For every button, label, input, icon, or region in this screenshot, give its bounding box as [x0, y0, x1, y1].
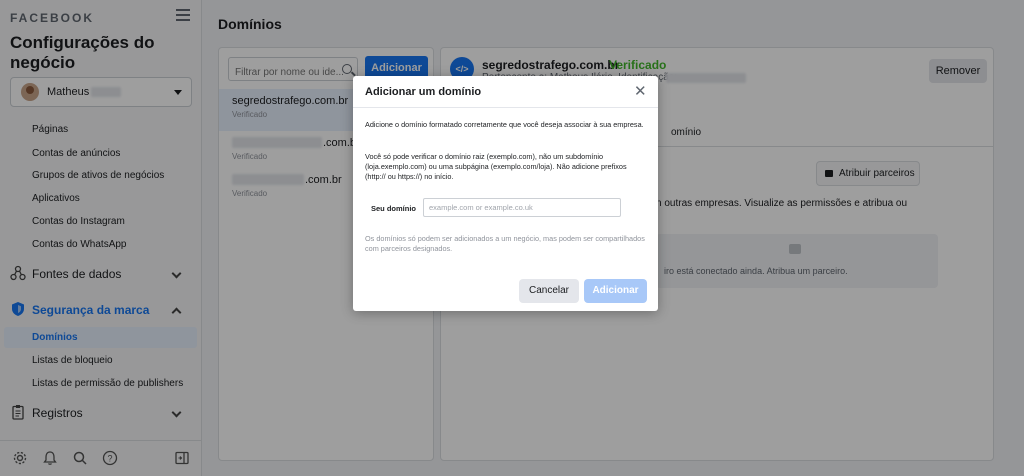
dialog-instruction: Adicione o domínio formatado corretament…: [365, 120, 644, 129]
confirm-add-button[interactable]: Adicionar: [584, 279, 647, 303]
add-domain-dialog: Adicionar um domínio ✕ Adicione o domíni…: [353, 76, 658, 311]
dialog-rules: Você só pode verificar o domínio raiz (e…: [365, 152, 627, 181]
domain-input[interactable]: [423, 198, 621, 217]
divider: [353, 107, 658, 108]
cancel-button[interactable]: Cancelar: [519, 279, 579, 303]
domain-field-label: Seu domínio: [371, 204, 416, 213]
close-icon[interactable]: ✕: [634, 84, 647, 99]
dialog-title: Adicionar um domínio: [365, 86, 482, 98]
dialog-note: Os domínios só podem ser adicionados a u…: [365, 234, 645, 253]
